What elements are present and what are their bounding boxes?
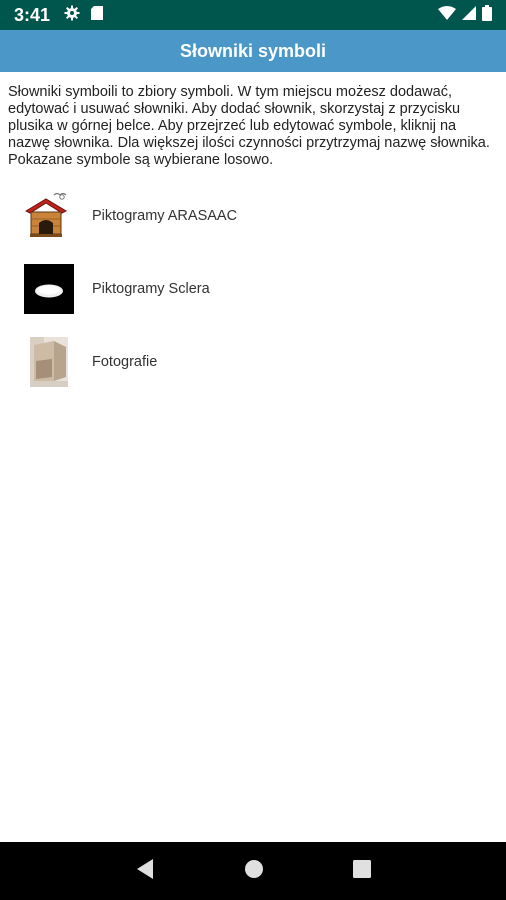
- sd-card-icon: [90, 5, 104, 26]
- signal-icon: [462, 5, 476, 25]
- navigation-bar: [0, 842, 506, 900]
- doghouse-icon: [24, 191, 74, 241]
- status-bar: 3:41: [0, 0, 506, 30]
- dictionary-label: Piktogramy Sclera: [92, 280, 210, 297]
- description-text: Słowniki symboili to zbiory symboli. W t…: [8, 84, 490, 168]
- dictionary-list: Piktogramy ARASAAC Piktogramy Sclera Fot…: [0, 179, 506, 398]
- app-bar: Słowniki symboli: [0, 30, 506, 72]
- dictionary-item-arasaac[interactable]: Piktogramy ARASAAC: [0, 179, 506, 252]
- status-time: 3:41: [14, 4, 51, 25]
- photo-thumbnail: [24, 336, 74, 387]
- home-icon[interactable]: [244, 859, 264, 884]
- dictionary-label: Piktogramy ARASAAC: [92, 207, 238, 224]
- gear-icon: [64, 5, 80, 26]
- plate-icon: [24, 263, 74, 314]
- dictionary-item-fotografie[interactable]: Fotografie: [0, 325, 506, 398]
- dictionary-label: Fotografie: [92, 353, 158, 370]
- back-icon[interactable]: [135, 858, 155, 885]
- battery-icon: [482, 4, 492, 26]
- dictionary-item-sclera[interactable]: Piktogramy Sclera: [0, 252, 506, 325]
- recents-icon[interactable]: [353, 859, 372, 883]
- page-title: Słowniki symboli: [179, 40, 327, 61]
- content: Słowniki symboili to zbiory symboli. W t…: [0, 72, 506, 842]
- wifi-icon: [438, 5, 456, 25]
